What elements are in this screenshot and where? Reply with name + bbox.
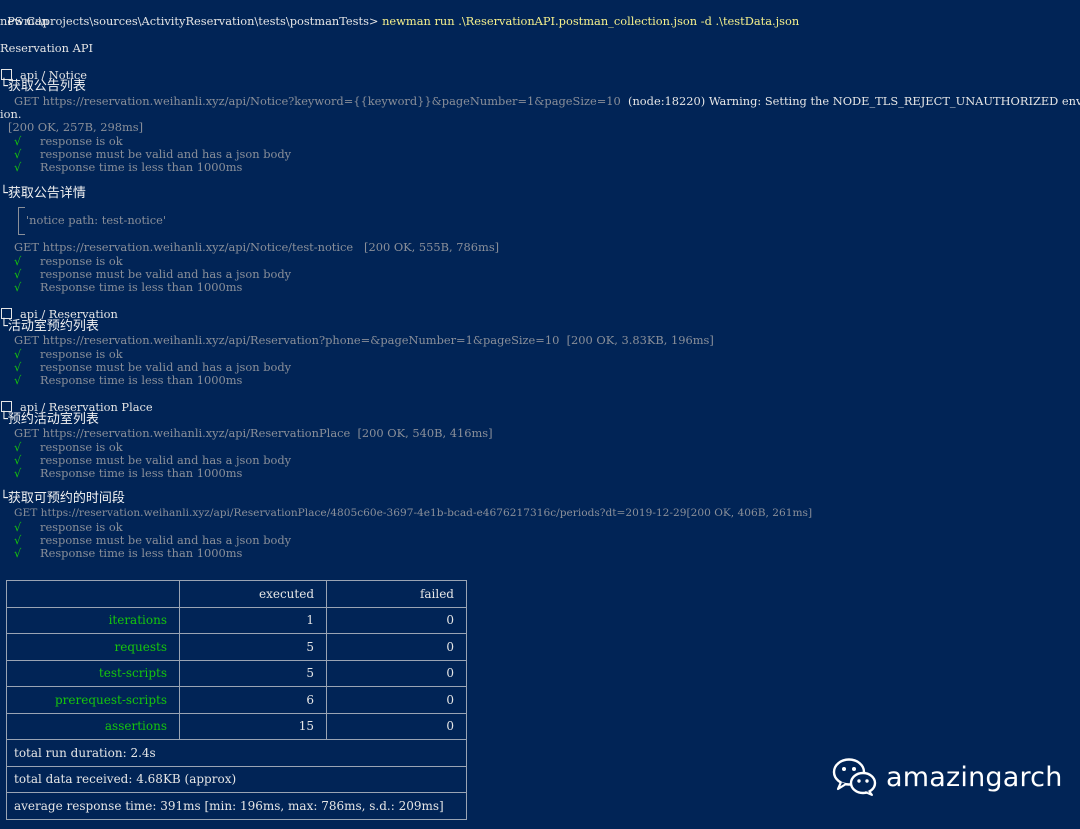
total-data-received: total data received: 4.68KB (approx) xyxy=(6,765,467,793)
assertion-line: √ Response time is less than 1000ms xyxy=(14,466,243,480)
executed-count: 6 xyxy=(179,686,327,714)
wechat-watermark: amazingarch xyxy=(832,757,1063,797)
failed-count: 0 xyxy=(326,606,467,634)
request-name: └活动室预约列表 xyxy=(0,319,99,334)
failed-count: 0 xyxy=(326,712,467,740)
request-url: GET https://reservation.weihanli.xyz/api… xyxy=(14,333,714,347)
summary-row: iterations 1 0 xyxy=(6,606,467,634)
request-url: GET https://reservation.weihanli.xyz/api… xyxy=(14,240,500,254)
response-status: [200 OK, 555B, 786ms] xyxy=(364,240,500,254)
executed-count: 15 xyxy=(179,712,327,740)
summary-header-row: executed failed xyxy=(6,580,467,608)
assertion-line: √ Response time is less than 1000ms xyxy=(14,373,243,387)
assertion-line: √ Response time is less than 1000ms xyxy=(14,280,243,294)
summary-row: requests 5 0 xyxy=(6,633,467,661)
command-line: PS C:\projects\sources\ActivityReservati… xyxy=(0,2,799,28)
check-icon: √ xyxy=(14,373,22,387)
summary-row: assertions 15 0 xyxy=(6,712,467,740)
request-name: └获取可预约的时间段 xyxy=(0,491,125,506)
summary-row-label: test-scripts xyxy=(6,659,180,687)
request-url: GET https://reservation.weihanli.xyz/api… xyxy=(14,507,813,519)
assertion-line: √ Response time is less than 1000ms xyxy=(14,546,243,560)
request-name: └获取公告列表 xyxy=(0,79,86,94)
response-status: [200 OK, 257B, 298ms] xyxy=(8,120,144,134)
response-status: [200 OK, 540B, 416ms] xyxy=(357,426,493,440)
run-summary-table: executed failed iterations 1 0 requests … xyxy=(6,580,467,820)
collection-title: Reservation API xyxy=(0,41,93,55)
command-text: newman run .\ReservationAPI.postman_coll… xyxy=(382,14,800,28)
check-icon: √ xyxy=(14,466,22,480)
total-run-duration: total run duration: 2.4s xyxy=(6,739,467,767)
executed-count: 5 xyxy=(179,633,327,661)
request-name: └获取公告详情 xyxy=(0,186,86,201)
header-executed: executed xyxy=(179,580,327,608)
check-icon: √ xyxy=(14,160,22,174)
summary-row: prerequest-scripts 6 0 xyxy=(6,686,467,714)
summary-corner-cell xyxy=(6,580,180,608)
summary-row: test-scripts 5 0 xyxy=(6,659,467,687)
summary-row-label: iterations xyxy=(6,606,180,634)
check-icon: √ xyxy=(14,546,22,560)
response-status: [200 OK, 406B, 261ms] xyxy=(686,507,813,519)
header-failed: failed xyxy=(326,580,467,608)
shell-prompt: PS C:\projects\sources\ActivityReservati… xyxy=(7,14,379,28)
response-status: [200 OK, 3.83KB, 196ms] xyxy=(566,333,714,347)
failed-count: 0 xyxy=(326,659,467,687)
folder-icon xyxy=(1,308,12,319)
watermark-text: amazingarch xyxy=(886,761,1063,793)
check-icon: √ xyxy=(14,280,22,294)
folder-icon xyxy=(1,401,12,412)
newman-echo: newman xyxy=(0,14,49,28)
tls-warning: (node:18220) Warning: Setting the NODE_T… xyxy=(628,94,1080,108)
summary-row-label: requests xyxy=(6,633,180,661)
executed-count: 1 xyxy=(179,606,327,634)
executed-count: 5 xyxy=(179,659,327,687)
summary-duration-row: total run duration: 2.4s xyxy=(6,739,467,767)
request-url: GET https://reservation.weihanli.xyz/api… xyxy=(14,95,1080,108)
request-name: └预约活动室列表 xyxy=(0,412,99,427)
console-log-bracket xyxy=(18,207,25,235)
assertion-line: √ Response time is less than 1000ms xyxy=(14,160,243,174)
failed-count: 0 xyxy=(326,686,467,714)
summary-row-label: prerequest-scripts xyxy=(6,686,180,714)
failed-count: 0 xyxy=(326,633,467,661)
summary-row-label: assertions xyxy=(6,712,180,740)
request-url: GET https://reservation.weihanli.xyz/api… xyxy=(14,426,493,440)
summary-received-row: total data received: 4.68KB (approx) xyxy=(6,765,467,793)
console-log: 'notice path: test-notice' xyxy=(26,213,166,227)
average-response-time: average response time: 391ms [min: 196ms… xyxy=(6,792,467,820)
summary-average-row: average response time: 391ms [min: 196ms… xyxy=(6,792,467,820)
wechat-icon xyxy=(832,758,877,796)
